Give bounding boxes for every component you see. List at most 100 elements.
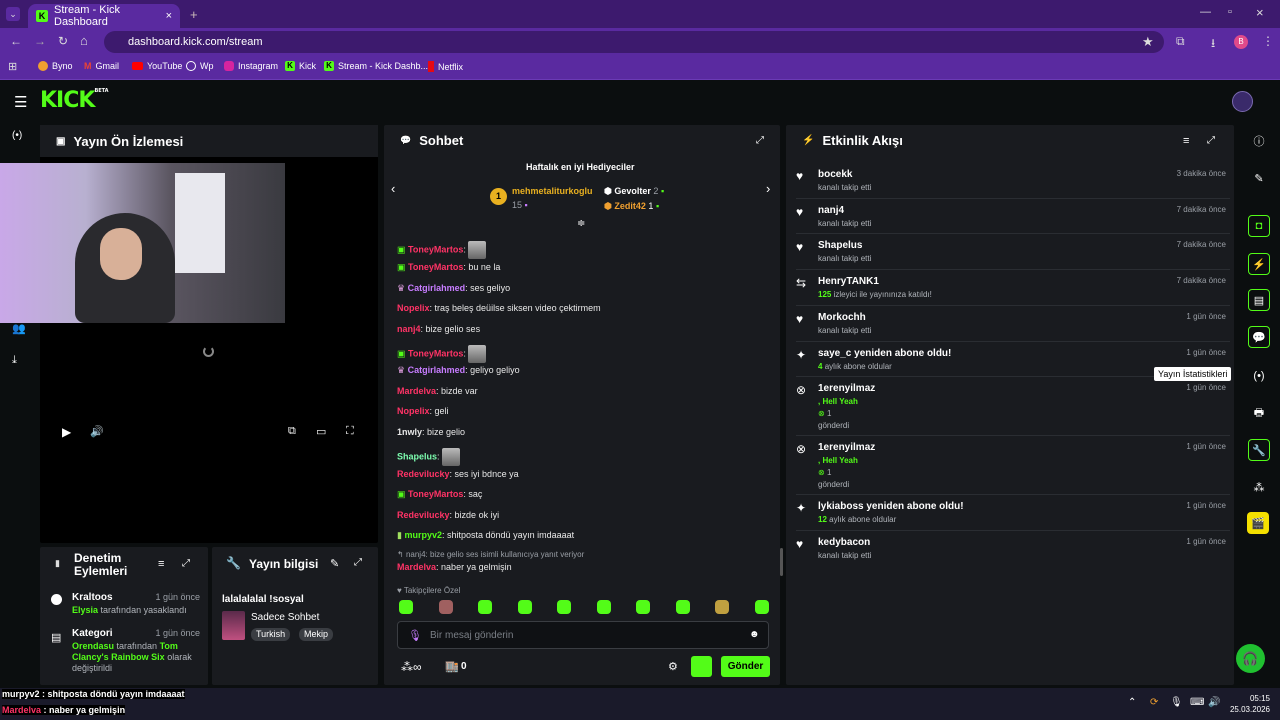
tray-mic-icon[interactable]: 🎙 — [1170, 697, 1183, 708]
bookmark-netflix[interactable]: Netflix — [428, 61, 463, 72]
camera-icon[interactable]: ◘ — [1248, 215, 1270, 237]
emote-button[interactable] — [399, 600, 413, 614]
tools-icon[interactable]: 🔧 — [1248, 439, 1270, 461]
chat-username[interactable]: Mardelva — [397, 562, 436, 572]
download-icon[interactable]: ⭳ — [1211, 34, 1215, 55]
chat-message[interactable]: nanj4: bize gelio ses — [397, 324, 480, 334]
bookmark-byno[interactable]: Byno — [38, 61, 73, 71]
emote-button[interactable] — [754, 600, 769, 614]
tray-chevron-icon[interactable]: ⌃ — [1128, 697, 1136, 708]
apps-grid-icon[interactable]: ⊞ — [8, 60, 17, 73]
volume-icon[interactable]: 🔊 — [90, 425, 104, 438]
chat-input-box[interactable]: 🎙 Bir mesaj gönderin ☻ — [397, 621, 769, 649]
emote-button[interactable] — [596, 600, 611, 614]
tag-mekip[interactable]: Mekip — [299, 628, 334, 641]
info-icon[interactable]: ⓘ — [1248, 130, 1270, 152]
activity-item[interactable]: ✦ lykiaboss yeniden abone oldu! 12 aylık a… — [796, 501, 1226, 524]
chat-username[interactable]: ToneyMartos — [408, 489, 463, 499]
chat-username[interactable]: Nopelix — [397, 303, 430, 313]
clapper-icon[interactable]: 🎬 — [1247, 512, 1269, 534]
popout-icon[interactable]: ⤢ — [182, 558, 190, 569]
chat-username[interactable]: 1nwly — [397, 427, 422, 437]
chat-message[interactable]: ▣ ToneyMartos: — [397, 241, 487, 259]
chat-username[interactable]: ToneyMartos — [408, 244, 463, 254]
chat-message-reply[interactable]: Mardelva: naber ya gelmişin — [397, 562, 512, 572]
chat-icon[interactable]: 💬 — [1248, 326, 1270, 348]
gifter2[interactable]: ⬢ Gevolter 2 ▪ — [604, 186, 664, 197]
mic-icon[interactable]: 🎙 — [408, 629, 422, 642]
chat-username[interactable]: Catgirlahmed — [408, 283, 466, 293]
activity-name[interactable]: Shapelus — [818, 240, 1226, 251]
pencil-icon[interactable]: ✎ — [1248, 167, 1270, 189]
broadcast-stats-icon[interactable]: (•) — [1248, 365, 1270, 387]
tray-volume-icon[interactable]: 🔊 — [1208, 697, 1220, 708]
activity-item[interactable]: ⊗ 1erenyilmaz , Hell Yeah ⊗ 1 gönderdi 1 gün … — [796, 442, 1226, 489]
emote-button[interactable] — [478, 600, 492, 614]
chat-message[interactable]: Shapelus: — [397, 448, 461, 466]
send-button[interactable]: Gönder — [721, 656, 770, 677]
extensions-icon[interactable]: ⧉ — [1176, 34, 1185, 49]
prev-arrow-icon[interactable]: ‹ — [391, 181, 395, 196]
chat-username[interactable]: Shapelus — [397, 451, 437, 461]
activity-name[interactable]: bocekk — [818, 169, 1226, 180]
emote-button[interactable] — [557, 600, 571, 614]
tab-list-icon[interactable]: ⌄ — [6, 7, 20, 21]
bookmark-youtube[interactable]: YouTube — [132, 61, 182, 71]
emote-button[interactable] — [715, 600, 729, 614]
bookmark-stream-kick[interactable]: K Stream - Kick Dashb... — [324, 61, 428, 71]
new-tab-icon[interactable]: + — [190, 7, 198, 22]
filter-icon[interactable]: ≡ — [158, 558, 164, 570]
chat-message[interactable]: 1nwly: bize gelio — [397, 427, 465, 437]
users-icon[interactable]: 👥 — [12, 322, 26, 335]
bookmark-instagram[interactable]: Instagram — [224, 61, 278, 71]
activity-item[interactable]: ♥ bocekk kanalı takip etti 3 dakika önce — [796, 169, 1226, 192]
chat-message[interactable]: ▮ murpyv2: shitposta döndü yayın imdaaaa… — [397, 530, 574, 541]
top-gifter-name[interactable]: mehmetaliturkoglu — [512, 186, 593, 196]
chat-message[interactable]: Redevilucky: bizde ok iyi — [397, 510, 499, 520]
expand-icon[interactable]: ≑ — [577, 218, 585, 229]
forward-icon[interactable]: → — [34, 34, 46, 48]
activity-name[interactable]: kedybacon — [818, 537, 1226, 548]
emote-button[interactable] — [675, 600, 690, 614]
chat-message[interactable]: ♛ Catgirlahmed: geliyo geliyo — [397, 365, 520, 376]
activity-name[interactable]: HenryTANK1 — [818, 276, 1226, 287]
mod-item-user[interactable]: Elysia — [72, 605, 98, 615]
chat-username[interactable]: ToneyMartos — [408, 348, 463, 358]
user-avatar[interactable] — [1232, 91, 1253, 112]
upload-icon[interactable]: ⤓ — [12, 354, 17, 367]
maximize-icon[interactable]: ▫ — [1228, 6, 1232, 18]
lightning-icon[interactable]: ⚡ — [1248, 253, 1270, 275]
bookmark-star-icon[interactable]: ★ — [1142, 34, 1154, 50]
activity-name[interactable]: nanj4 — [818, 205, 1226, 216]
activity-item[interactable]: ⊗ 1erenyilmaz , Hell Yeah ⊗ 1 gönderdi 1 gün … — [796, 383, 1226, 430]
filter-icon[interactable]: ≡ — [1183, 135, 1189, 147]
next-arrow-icon[interactable]: › — [766, 181, 770, 196]
home-icon[interactable]: ⌂ — [80, 33, 88, 48]
emote-button[interactable] — [636, 600, 650, 614]
gifter3[interactable]: ⬢ Zedit42 1 ▪ — [604, 201, 659, 212]
minimize-icon[interactable]: — — [1200, 6, 1211, 18]
chat-username[interactable]: murpyv2 — [404, 530, 442, 540]
clock[interactable]: 05:15 25.03.2026 — [1226, 693, 1270, 715]
theater-icon[interactable]: ▭ — [316, 425, 326, 438]
close-window-icon[interactable]: × — [1256, 5, 1264, 20]
document-icon[interactable]: ▤ — [1248, 289, 1270, 311]
activity-item[interactable]: ♥ nanj4 kanalı takip etti 7 dakika önce — [796, 205, 1226, 228]
reload-icon[interactable]: ↻ — [58, 34, 68, 48]
hamburger-menu-icon[interactable]: ☰ — [14, 93, 27, 111]
tag-turkish[interactable]: Turkish — [251, 628, 291, 641]
webcam-video[interactable] — [0, 163, 285, 323]
support-chat-button[interactable]: 🎧 — [1236, 644, 1265, 673]
chat-message[interactable]: Nopelix: traş beleş deüilse siksen video… — [397, 303, 601, 313]
activity-item[interactable]: ♥ Shapelus kanalı takip etti 7 dakika önce — [796, 240, 1226, 263]
activity-name[interactable]: lykiaboss yeniden abone oldu! — [818, 501, 1226, 512]
fullscreen-icon[interactable]: ⛶ — [346, 425, 354, 438]
url-input[interactable]: dashboard.kick.com/stream — [104, 31, 1164, 53]
chat-username[interactable]: ToneyMartos — [408, 262, 463, 272]
mod-item-user[interactable]: Orendasu — [72, 641, 114, 651]
chat-settings-icon[interactable]: ⚙ — [668, 660, 678, 673]
bookmark-kick[interactable]: K Kick — [285, 61, 316, 71]
profile-avatar[interactable]: B — [1234, 35, 1248, 49]
chat-message[interactable]: ▣ ToneyMartos: saç — [397, 489, 482, 500]
bookmark-wp[interactable]: Wp — [186, 61, 214, 71]
